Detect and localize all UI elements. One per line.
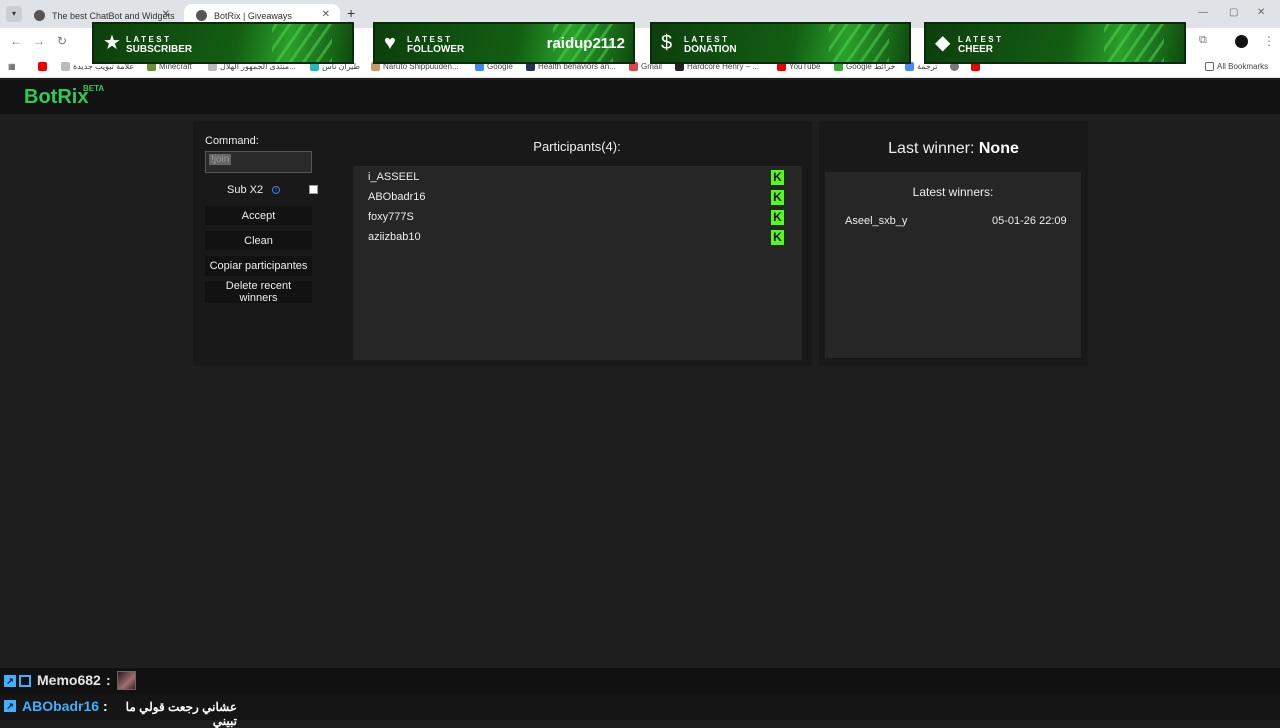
winner-date: 05-01-26 22:09 [992,215,1067,227]
minimize-button[interactable]: — [1198,7,1208,18]
command-label: Command: [205,135,259,147]
last-winner: Last winner: None [819,140,1088,158]
bookmark-youtube[interactable] [38,62,47,71]
new-tab-button[interactable]: + [347,5,355,21]
heart-icon: ♥ [384,32,396,54]
chat-separator: : [106,672,111,688]
tab-title: The best ChatBot and Widgets [52,11,175,21]
kick-icon: K [771,170,784,185]
participants-title: Participants(4): [533,139,621,154]
participant-row: i_ASSEEL [368,171,420,183]
moderator-badge-icon: ↗ [4,700,16,712]
last-winner-label: Last winner: [888,140,975,157]
chat-username: Memo682 [37,672,101,688]
participant-row: aziizbab10 [368,231,421,243]
close-tab-icon[interactable]: ✕ [322,9,330,20]
alert-name: raidup2112 [546,35,625,52]
alert-latest-follower: ♥ LATEST FOLLOWER raidup2112 [373,22,635,64]
chat-username: ABObadr16 [22,698,100,714]
last-winner-value: None [978,140,1019,157]
app-header [0,80,1280,114]
alert-latest-cheer: ◆ LATEST CHEER [924,22,1186,64]
maximize-button[interactable]: ▢ [1229,7,1238,18]
alert-label: LATEST [126,35,172,44]
emote-image [117,671,136,690]
extensions-icon[interactable]: ⧉ [1199,34,1207,47]
alert-label: LATEST [407,35,453,44]
dollar-icon: $ [661,32,673,54]
participant-row: ABObadr16 [368,191,426,203]
back-icon[interactable]: ← [10,34,22,48]
copy-participants-button[interactable]: Copiar participantes [205,256,312,276]
alert-type: DONATION [684,44,737,55]
tab-search-button[interactable]: ▾ [6,6,22,22]
accept-button[interactable]: Accept [205,206,312,225]
alert-latest-subscriber: ★ LATEST SUBSCRIBER [92,22,354,64]
tab-title: BotRix | Giveaways [214,11,292,21]
apps-icon[interactable]: ▦ [8,62,16,71]
menu-icon[interactable]: ⋮ [1263,34,1275,48]
kick-icon: K [771,190,784,205]
delete-recent-winners-button[interactable]: Delete recent winners [205,280,312,304]
winner-name: Aseel_sxb_y [845,215,908,227]
reload-icon[interactable]: ↻ [57,34,67,48]
kick-icon: K [771,230,784,245]
moderator-badge-icon: ↗ [4,675,16,687]
subscriber-badge-icon [19,675,31,687]
chat-message-text: عشاني رجعت قولي ما تبيني [125,700,237,728]
star-icon: ★ [103,32,121,54]
kick-icon: K [771,210,784,225]
latest-winners-box [825,172,1081,358]
botrix-logo[interactable]: BotRix [24,86,88,109]
tab-favicon-icon [196,10,207,21]
close-tab-icon[interactable]: ✕ [162,9,170,20]
alert-latest-donation: $ LATEST DONATION [650,22,911,64]
sub-x2-checkbox[interactable] [309,185,318,194]
alert-type: SUBSCRIBER [126,44,193,55]
close-window-button[interactable]: ✕ [1257,7,1265,18]
tab-favicon-icon [34,10,45,21]
command-input[interactable]: !join [205,151,312,173]
forward-icon[interactable]: → [33,34,45,48]
latest-winners-title: Latest winners: [912,185,994,199]
command-value: !join [209,154,232,165]
info-icon[interactable]: i [272,186,280,194]
clean-button[interactable]: Clean [205,231,312,250]
profile-avatar[interactable] [1235,35,1248,48]
alert-type: CHEER [958,44,994,55]
chat-message [0,668,1280,694]
all-bookmarks[interactable]: All Bookmarks [1205,62,1268,71]
diamond-icon: ◆ [935,32,951,54]
alert-label: LATEST [684,35,730,44]
alert-type: FOLLOWER [407,44,465,55]
sub-x2-label: Sub X2 [227,184,264,196]
beta-badge: BETA [83,84,105,93]
chat-separator: : [103,698,108,714]
alert-label: LATEST [958,35,1004,44]
participant-row: foxy777S [368,211,414,223]
